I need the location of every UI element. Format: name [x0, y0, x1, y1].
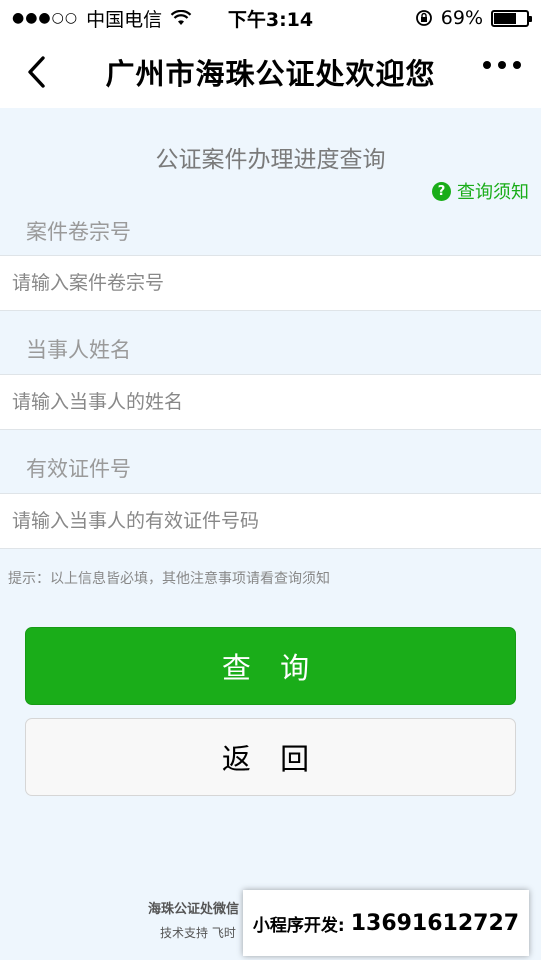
battery-fill: [494, 12, 517, 24]
party-name-field[interactable]: [0, 374, 541, 430]
footer-org: 海珠公证处微信: [148, 902, 240, 917]
status-left: ●●●○○ 中国电信: [12, 5, 192, 32]
form-hint: 提示：以上信息皆必填，其他注意事项请看查询须知: [8, 571, 330, 587]
id-number-input[interactable]: [12, 510, 541, 532]
navigation-bar: 广州市海珠公证处欢迎您: [0, 36, 541, 108]
form-title: 公证案件办理进度查询: [155, 147, 386, 173]
return-button[interactable]: 返 回: [25, 718, 516, 796]
id-number-field[interactable]: [0, 493, 541, 549]
chevron-left-icon: [28, 56, 45, 88]
rotation-lock-icon: [415, 10, 432, 26]
query-notice-label: 查询须知: [457, 182, 529, 203]
overlay-phone: 13691612727: [350, 910, 520, 936]
back-button[interactable]: [14, 50, 58, 94]
party-name-input[interactable]: [12, 391, 541, 413]
status-bar: ●●●○○ 中国电信 下午3:14 69%: [0, 0, 541, 36]
more-dot-icon: [513, 61, 521, 69]
id-number-label: 有效证件号: [26, 457, 131, 481]
more-dot-icon: [498, 61, 506, 69]
party-name-label: 当事人姓名: [26, 338, 131, 362]
footer-support: 技术支持 飞时: [160, 926, 236, 940]
battery-percent: 69%: [440, 7, 483, 29]
overlay-label: 小程序开发:: [252, 915, 345, 936]
wifi-icon: [170, 10, 192, 25]
contact-overlay: 小程序开发: 13691612727: [243, 890, 529, 956]
signal-strength-icon: ●●●○○: [12, 10, 79, 26]
question-icon: ?: [432, 181, 451, 201]
battery-icon: [491, 9, 532, 27]
query-button[interactable]: 查 询: [25, 627, 516, 705]
page-title: 广州市海珠公证处欢迎您: [105, 57, 436, 91]
carrier-name: 中国电信: [86, 8, 163, 31]
status-right: 69%: [415, 7, 532, 29]
query-notice-link[interactable]: ? 查询须知: [432, 178, 529, 204]
more-dot-icon: [483, 61, 491, 69]
case-number-label: 案件卷宗号: [26, 220, 131, 244]
more-options-button[interactable]: [483, 61, 521, 69]
case-number-field[interactable]: [0, 255, 541, 311]
case-number-input[interactable]: [12, 272, 541, 294]
